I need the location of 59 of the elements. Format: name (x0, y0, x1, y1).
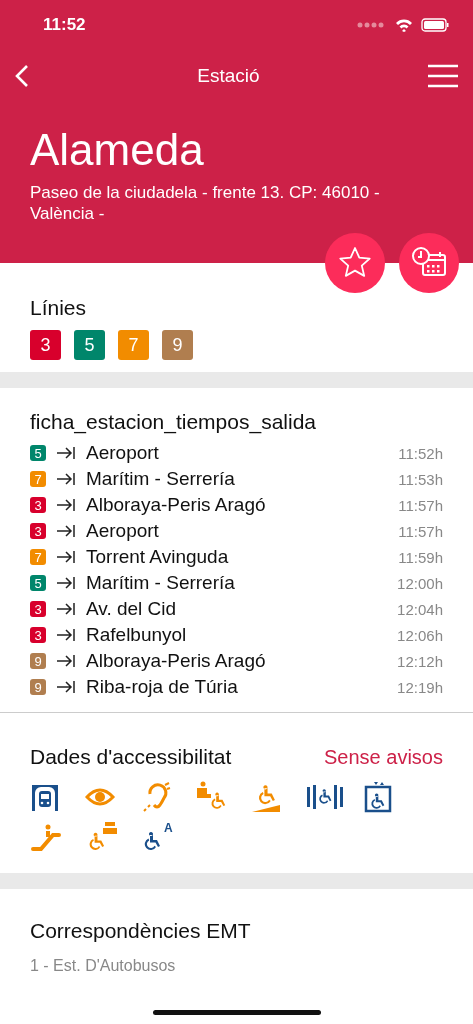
departure-time: 12:19h (397, 678, 443, 696)
arrow-to-bar-icon (56, 524, 76, 538)
menu-button[interactable] (426, 62, 460, 90)
arrow-to-bar-icon (56, 576, 76, 590)
section-title: Correspondències EMT (30, 919, 252, 943)
arrow-to-bar-icon (56, 472, 76, 486)
arrow-to-bar-icon (56, 680, 76, 694)
schedule-button[interactable] (399, 233, 459, 293)
destination: Rafelbunyol (86, 624, 188, 646)
departure-time: 11:57h (398, 496, 443, 514)
line-badge: 3 (30, 523, 46, 539)
section-title: Dades d'accessibilitat (30, 745, 232, 769)
line-badge: 7 (30, 471, 46, 487)
destination: Riba-roja de Túria (86, 676, 239, 698)
line-badge[interactable]: 7 (118, 330, 149, 360)
arrow-to-bar-icon (56, 498, 76, 512)
favorite-button[interactable] (325, 233, 385, 293)
departure-time: 12:12h (397, 652, 443, 670)
destination: Aeroport (86, 442, 160, 464)
section-title: ficha_estacion_tiempos_salida (30, 410, 317, 434)
nav-title: Estació (197, 65, 260, 87)
destination: Alboraya-Peris Aragó (86, 650, 267, 672)
section-title: Línies (30, 296, 88, 320)
arrow-to-bar-icon (56, 602, 76, 616)
destination: Av. del Cid (86, 598, 178, 620)
line-badge: 9 (30, 653, 46, 669)
line-badge: 7 (30, 549, 46, 565)
arrow-to-bar-icon (56, 654, 76, 668)
destination: Torrent Avinguda (86, 546, 230, 568)
departure-time: 12:04h (397, 600, 443, 618)
line-badge: 5 (30, 575, 46, 591)
line-badge: 3 (30, 627, 46, 643)
battery-icon (421, 18, 449, 32)
departure-time: 11:59h (398, 548, 443, 566)
line-badge: 9 (30, 679, 46, 695)
line-badge[interactable]: 5 (74, 330, 105, 360)
departure-time: 11:52h (398, 444, 443, 462)
line-badge[interactable]: 3 (30, 330, 61, 360)
line-badge: 3 (30, 497, 46, 513)
line-badge: 5 (30, 445, 46, 461)
status-time: 11:52 (43, 15, 86, 35)
destination: Marítim - Serrería (86, 468, 236, 490)
line-badge[interactable]: 9 (162, 330, 193, 360)
departure-time: 12:00h (397, 574, 443, 592)
connection-item[interactable]: 1 - Est. D'Autobusos (30, 957, 443, 975)
arrow-to-bar-icon (56, 446, 76, 460)
wifi-icon (395, 18, 413, 32)
notice-link[interactable]: Sense avisos (324, 746, 443, 769)
departure-time: 11:57h (398, 522, 443, 540)
destination: Alboraya-Peris Aragó (86, 494, 267, 516)
line-badge: 3 (30, 601, 46, 617)
departure-time: 11:53h (398, 470, 443, 488)
departure-time: 12:06h (397, 626, 443, 644)
station-address: Paseo de la ciudadela - frente 13. CP: 46010 - València - (30, 182, 381, 224)
destination: Marítim - Serrería (86, 572, 236, 594)
station-name: Alameda (30, 124, 205, 176)
arrow-to-bar-icon (56, 628, 76, 642)
destination: Aeroport (86, 520, 160, 542)
arrow-to-bar-icon (56, 550, 76, 564)
